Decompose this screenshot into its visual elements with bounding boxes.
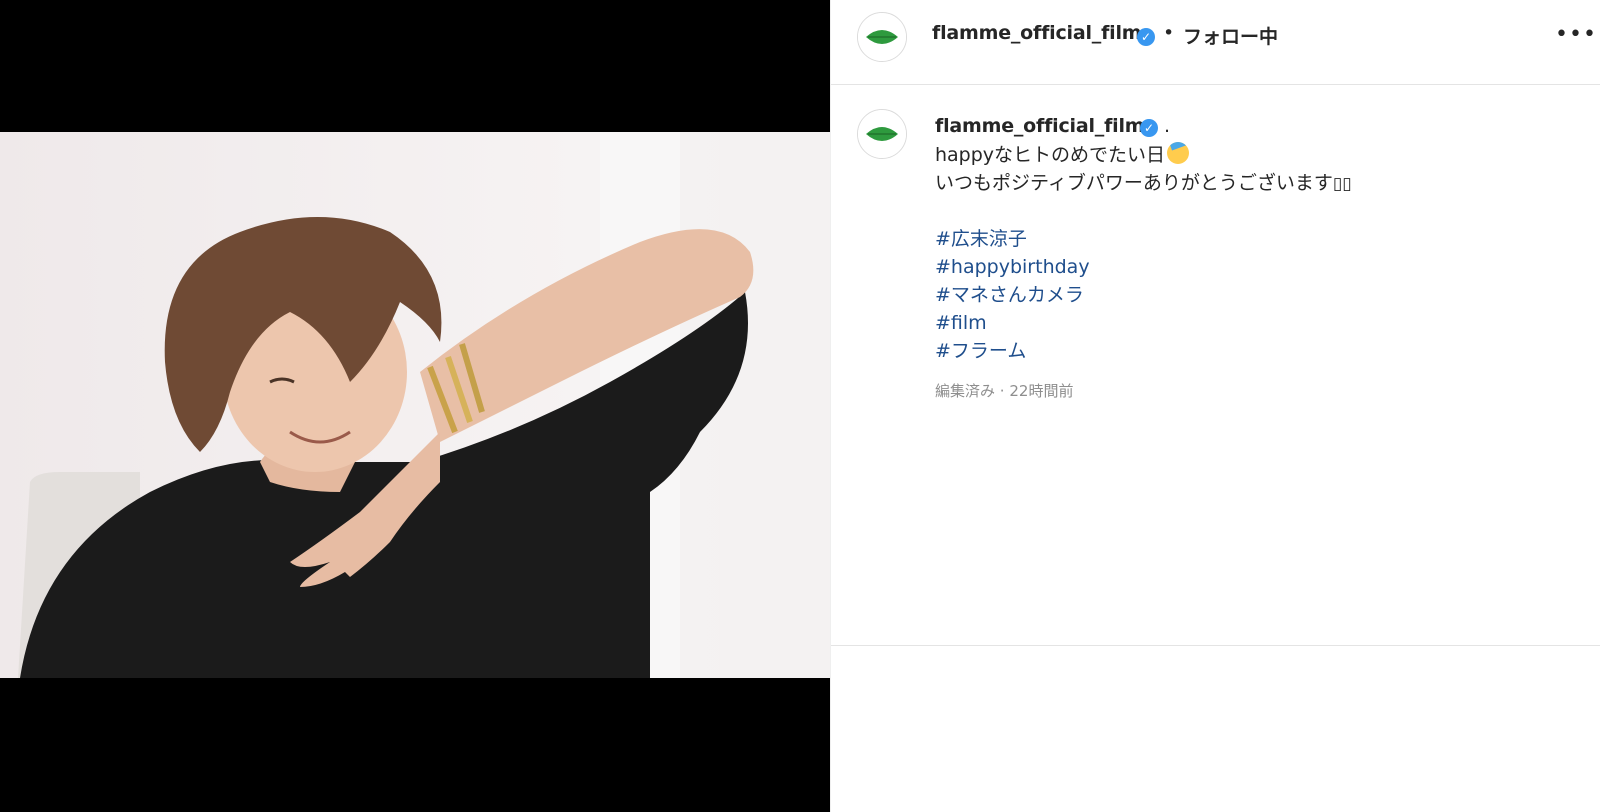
caption-line-2-text: いつもポジティブパワーありがとうございます <box>935 172 1333 194</box>
leaf-logo-icon <box>858 13 906 61</box>
caption-line-2-trailing: ▯▯ <box>1332 174 1352 194</box>
caption-author-avatar[interactable] <box>857 109 907 159</box>
header-username[interactable]: flamme_official_film <box>932 22 1142 44</box>
portrait-photo-illustration <box>0 132 830 678</box>
caption-line-2: いつもポジティブパワーありがとうございます▯▯ <box>935 169 1575 197</box>
edited-label: 編集済み <box>935 382 996 400</box>
verified-check-icon: ✓ <box>1140 119 1158 137</box>
header-separator-dot: • <box>1163 22 1175 44</box>
party-face-emoji-icon <box>1167 142 1190 164</box>
hashtag-link[interactable]: #フラーム <box>935 337 1575 365</box>
post-photo[interactable] <box>0 132 830 678</box>
post-media-area <box>0 0 830 812</box>
post-detail-panel: flamme_official_film ✓ • フォロー中 ••• flamm… <box>830 0 1600 812</box>
caption-section: flamme_official_film ✓ . happyなヒトのめでたい日 … <box>831 85 1600 646</box>
post-timestamp[interactable]: 22時間前 <box>1009 382 1073 400</box>
caption-line-1-text: happyなヒトのめでたい日 <box>935 144 1166 166</box>
caption-lead-period: . <box>1164 115 1171 137</box>
author-avatar[interactable] <box>857 12 907 62</box>
hashtag-link[interactable]: #happybirthday <box>935 253 1575 281</box>
hashtag-link[interactable]: #film <box>935 309 1575 337</box>
caption-body: happyなヒトのめでたい日 いつもポジティブパワーありがとうございます▯▯ #… <box>935 141 1575 365</box>
post-header: flamme_official_film ✓ • フォロー中 ••• <box>831 0 1600 85</box>
caption-line-1: happyなヒトのめでたい日 <box>935 141 1575 169</box>
hashtag-link[interactable]: #広末涼子 <box>935 225 1575 253</box>
caption-username[interactable]: flamme_official_film <box>935 115 1145 137</box>
hashtag-link[interactable]: #マネさんカメラ <box>935 281 1575 309</box>
verified-check-icon: ✓ <box>1137 28 1155 46</box>
meta-separator: · <box>999 382 1005 400</box>
leaf-logo-icon <box>858 110 906 158</box>
more-horizontal-icon[interactable]: ••• <box>1555 20 1597 50</box>
post-meta: 編集済み · 22時間前 <box>935 380 1073 401</box>
following-button[interactable]: フォロー中 <box>1183 22 1278 49</box>
